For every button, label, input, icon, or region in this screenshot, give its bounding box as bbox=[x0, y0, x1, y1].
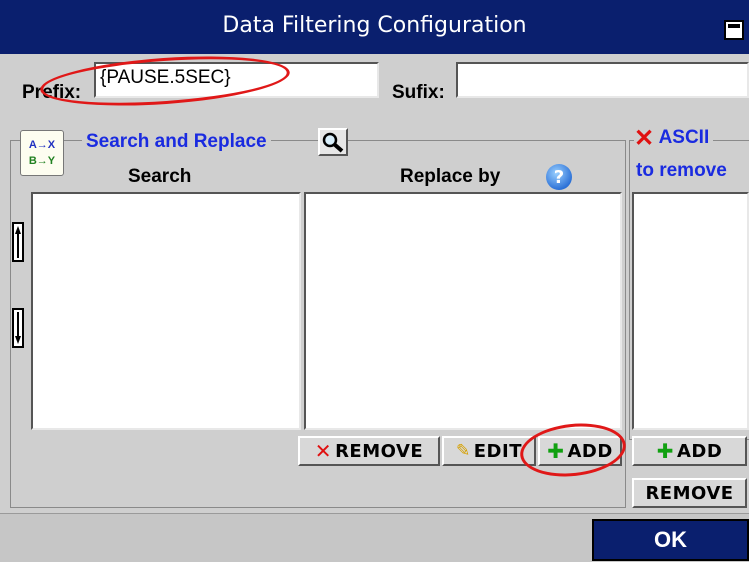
replace-column-header: Replace by bbox=[400, 166, 501, 187]
ascii-list[interactable] bbox=[632, 192, 749, 430]
move-up-button[interactable] bbox=[12, 222, 24, 262]
prefix-label: Prefix: bbox=[22, 82, 82, 103]
replace-list[interactable] bbox=[304, 192, 622, 430]
pencil-icon: ✎ bbox=[456, 441, 471, 461]
svg-text:?: ? bbox=[554, 167, 564, 188]
sufix-label: Sufix: bbox=[392, 82, 445, 103]
ascii-add-label: ADD bbox=[676, 440, 723, 462]
move-down-button[interactable] bbox=[12, 308, 24, 348]
ascii-remove-label: REMOVE bbox=[645, 482, 734, 504]
title-bar: Data Filtering Configuration bbox=[0, 0, 749, 54]
search-replace-icon: A→X B→Y bbox=[20, 130, 64, 176]
icon-line-2: B→Y bbox=[28, 155, 56, 167]
search-list[interactable] bbox=[31, 192, 301, 430]
ascii-remove-button[interactable]: REMOVE bbox=[632, 478, 747, 508]
search-icon[interactable] bbox=[318, 128, 348, 156]
maximize-icon[interactable] bbox=[724, 20, 744, 40]
ascii-sublabel: to remove bbox=[636, 160, 727, 181]
icon-line-1: A→X bbox=[28, 139, 56, 151]
add-button-label: ADD bbox=[567, 440, 613, 462]
ascii-x-icon: ✕ bbox=[634, 125, 655, 152]
edit-button[interactable]: ✎ EDIT bbox=[442, 436, 536, 466]
window-title: Data Filtering Configuration bbox=[222, 13, 527, 38]
ascii-add-button[interactable]: ✚ ADD bbox=[632, 436, 747, 466]
add-button[interactable]: ✚ ADD bbox=[538, 436, 622, 466]
remove-button[interactable]: ✕ REMOVE bbox=[298, 436, 440, 466]
prefix-input[interactable]: {PAUSE.5SEC} bbox=[94, 62, 379, 98]
ascii-legend: ASCII bbox=[658, 126, 710, 148]
ok-button[interactable]: OK bbox=[592, 519, 749, 561]
search-column-header: Search bbox=[128, 166, 192, 187]
edit-button-label: EDIT bbox=[473, 440, 522, 462]
remove-x-icon: ✕ bbox=[314, 439, 333, 463]
plus-icon: ✚ bbox=[547, 439, 565, 463]
remove-button-label: REMOVE bbox=[335, 440, 424, 462]
search-replace-legend: Search and Replace bbox=[82, 131, 271, 153]
ascii-legend-wrap: ✕ ASCII bbox=[634, 124, 714, 153]
sufix-input[interactable] bbox=[456, 62, 749, 98]
ascii-plus-icon: ✚ bbox=[656, 439, 674, 463]
